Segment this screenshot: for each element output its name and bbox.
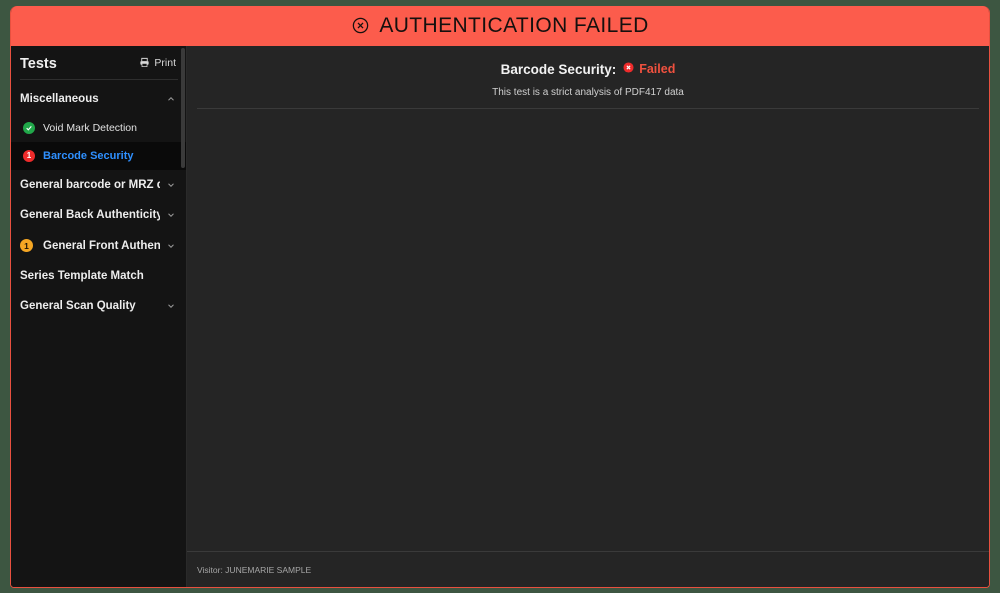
test-description: This test is a strict analysis of PDF417… (492, 87, 684, 98)
chevron-down-icon (166, 241, 176, 251)
status-badge: Failed (623, 60, 675, 78)
tests-nav-list: Miscellaneous Void Mark Detection 1 Barc… (11, 80, 186, 321)
chevron-down-icon (166, 180, 176, 190)
sidebar-section-general-back-authenticity[interactable]: General Back Authenticity (11, 200, 186, 230)
body-container: Tests Print Miscellaneous Void Mark Dete… (11, 46, 989, 587)
sidebar-section-series-template-match[interactable]: Series Template Match (11, 261, 186, 291)
print-button[interactable]: Print (139, 57, 176, 69)
authentication-failed-banner: AUTHENTICATION FAILED (11, 6, 989, 46)
chevron-down-icon (166, 210, 176, 220)
banner-title: AUTHENTICATION FAILED (379, 13, 649, 37)
sidebar-item-label: Barcode Security (43, 150, 134, 162)
sidebar-item-label: Void Mark Detection (43, 122, 137, 134)
circle-x-icon (351, 16, 370, 35)
tests-sidebar: Tests Print Miscellaneous Void Mark Dete… (11, 46, 186, 587)
warning-count-badge: 1 (20, 239, 33, 252)
sidebar-item-barcode-security[interactable]: 1 Barcode Security (11, 142, 186, 170)
chevron-up-icon (166, 94, 176, 104)
sidebar-header: Tests Print (20, 46, 178, 80)
test-result-content (187, 109, 989, 551)
section-label: Series Template Match (20, 270, 144, 282)
check-circle-icon (23, 122, 35, 134)
badge-count: 1 (24, 240, 29, 251)
badge-count: 1 (26, 151, 32, 160)
fail-count-badge: 1 (23, 150, 35, 162)
chevron-down-icon (166, 301, 176, 311)
section-label: General Scan Quality (20, 300, 136, 312)
page-title: Barcode Security: (500, 61, 617, 77)
status-label: Failed (639, 62, 676, 76)
section-label: General Back Authenticity (20, 209, 160, 221)
section-label: General barcode or MRZ qual... (20, 179, 160, 191)
circle-x-icon (623, 60, 634, 78)
visitor-footer: Visitor: JUNEMARIE SAMPLE (187, 551, 989, 587)
sidebar-section-general-barcode-mrz-quality[interactable]: General barcode or MRZ qual... (11, 170, 186, 200)
printer-icon (139, 57, 150, 68)
sidebar-section-general-scan-quality[interactable]: General Scan Quality (11, 291, 186, 321)
visitor-label: Visitor: JUNEMARIE SAMPLE (197, 565, 312, 575)
sidebar-item-void-mark-detection[interactable]: Void Mark Detection (11, 114, 186, 142)
test-detail-header: Barcode Security: Failed This test is a … (187, 46, 989, 108)
test-title-row: Barcode Security: Failed (203, 60, 973, 78)
print-button-label: Print (154, 56, 176, 69)
sidebar-section-miscellaneous[interactable]: Miscellaneous (11, 84, 186, 114)
sidebar-title: Tests (20, 56, 57, 72)
section-label: Miscellaneous (20, 93, 99, 105)
test-detail-panel: Barcode Security: Failed This test is a … (186, 46, 989, 587)
section-label: General Front Authenticity (43, 239, 160, 252)
application-window: AUTHENTICATION FAILED Tests Print Miscel… (10, 6, 990, 588)
sidebar-scrollbar[interactable] (181, 48, 185, 168)
sidebar-section-general-front-authenticity[interactable]: 1 General Front Authenticity (11, 230, 186, 261)
